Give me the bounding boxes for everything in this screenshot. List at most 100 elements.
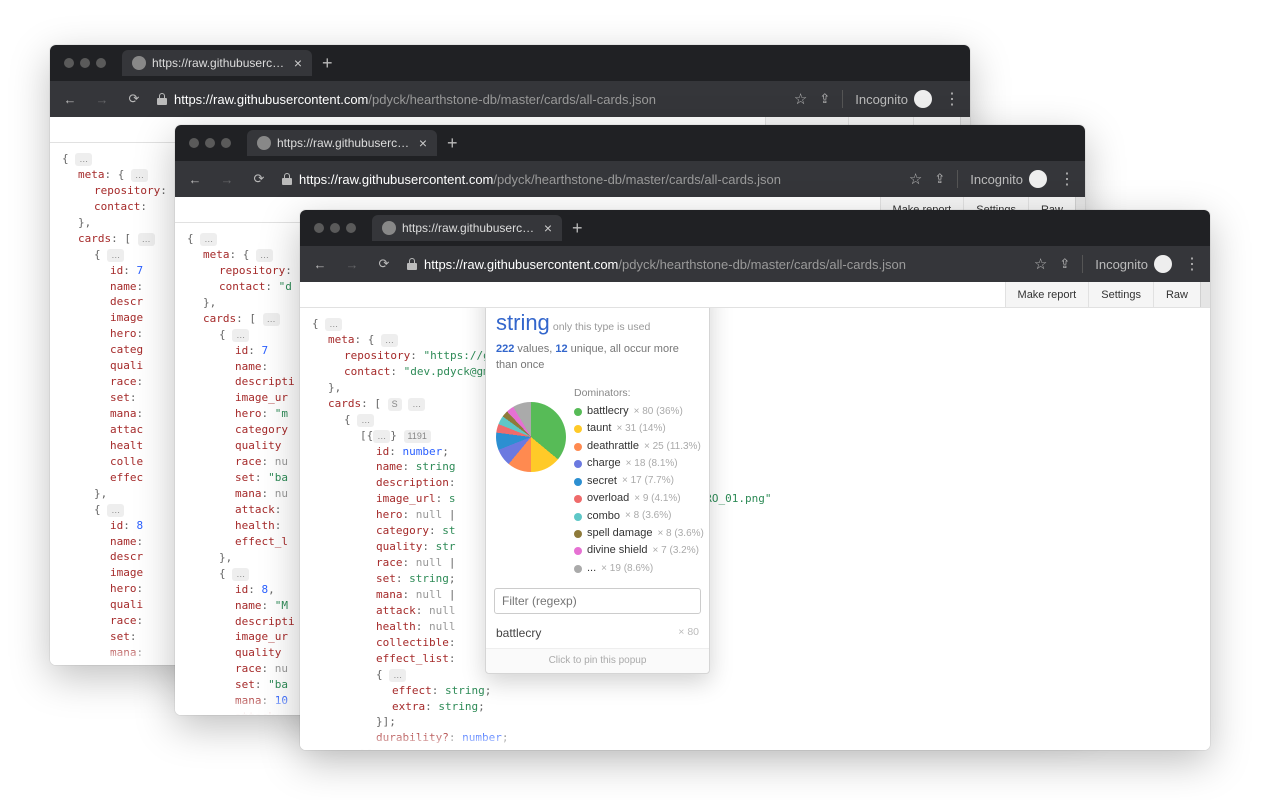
raw-button[interactable]: Raw: [1153, 282, 1200, 307]
legend-swatch-icon: [574, 513, 582, 521]
menu-button[interactable]: ⋮: [1184, 254, 1200, 274]
popup-type-name: string: [496, 308, 550, 339]
favicon-icon: [257, 136, 271, 150]
type-inspector-popup: @.effect_list.effect string only this ty…: [485, 308, 710, 674]
lock-icon: [406, 258, 418, 270]
reload-button[interactable]: ⟳: [124, 91, 144, 107]
drag-handle[interactable]: [1200, 282, 1210, 307]
legend-name: divine shield: [587, 543, 648, 559]
legend-meta: × 80 (36%): [634, 405, 683, 420]
filter-result-row[interactable]: battlecry × 80: [486, 620, 709, 647]
legend-row[interactable]: battlecry × 80 (36%): [574, 404, 704, 420]
settings-button[interactable]: Settings: [1088, 282, 1153, 307]
incognito-icon: [1029, 170, 1047, 188]
legend-row[interactable]: ... × 19 (8.6%): [574, 561, 704, 577]
url-input[interactable]: https://raw.githubusercontent.com/pdyck/…: [406, 257, 1022, 272]
reload-button[interactable]: ⟳: [374, 256, 394, 272]
menu-button[interactable]: ⋮: [944, 89, 960, 109]
legend-swatch-icon: [574, 565, 582, 573]
reload-button[interactable]: ⟳: [249, 171, 269, 187]
back-button[interactable]: ←: [310, 257, 330, 272]
browser-tab[interactable]: https://raw.githubusercontent... ×: [372, 215, 562, 241]
tab-title: https://raw.githubusercontent...: [402, 221, 538, 235]
legend-name: overload: [587, 491, 629, 507]
lock-icon: [281, 173, 293, 185]
json-content[interactable]: { … meta: { … repository: "https://git c…: [300, 308, 1210, 750]
star-icon[interactable]: ☆: [1034, 255, 1047, 273]
legend-meta: × 31 (14%): [616, 422, 665, 437]
make-report-button[interactable]: Make report: [1005, 282, 1089, 307]
back-button[interactable]: ←: [185, 172, 205, 187]
legend-meta: × 25 (11.3%): [644, 440, 701, 455]
favicon-icon: [132, 56, 146, 70]
star-icon[interactable]: ☆: [909, 170, 922, 188]
incognito-indicator: Incognito: [1082, 255, 1172, 273]
back-button[interactable]: ←: [60, 92, 80, 107]
legend-row[interactable]: taunt × 31 (14%): [574, 421, 704, 437]
legend-title: Dominators:: [574, 386, 704, 401]
legend-meta: × 18 (8.1%): [626, 457, 678, 472]
traffic-lights[interactable]: [308, 223, 362, 233]
incognito-icon: [1154, 255, 1172, 273]
legend-swatch-icon: [574, 547, 582, 555]
forward-button[interactable]: →: [217, 172, 237, 187]
traffic-lights[interactable]: [58, 58, 112, 68]
browser-window-3: https://raw.githubusercontent... × + ← →…: [300, 210, 1210, 750]
tab-title: https://raw.githubusercontent...: [277, 136, 413, 150]
cast-icon[interactable]: ⇪: [1059, 256, 1070, 272]
legend-row[interactable]: spell damage × 8 (3.6%): [574, 526, 704, 542]
favicon-icon: [382, 221, 396, 235]
legend-row[interactable]: combo × 8 (3.6%): [574, 509, 704, 525]
incognito-indicator: Incognito: [842, 90, 932, 108]
forward-button[interactable]: →: [342, 257, 362, 272]
legend-meta: × 8 (3.6%): [625, 509, 671, 524]
legend: Dominators: battlecry × 80 (36%)taunt × …: [574, 386, 704, 579]
legend-name: secret: [587, 474, 617, 490]
browser-tab[interactable]: https://raw.githubusercontent... ×: [247, 130, 437, 156]
legend-name: charge: [587, 456, 621, 472]
pie-chart: [496, 402, 566, 472]
legend-row[interactable]: charge × 18 (8.1%): [574, 456, 704, 472]
legend-name: ...: [587, 561, 596, 577]
new-tab-button[interactable]: +: [572, 218, 583, 239]
tab-title: https://raw.githubusercontent...: [152, 56, 288, 70]
legend-row[interactable]: divine shield × 7 (3.2%): [574, 543, 704, 559]
close-icon[interactable]: ×: [544, 221, 552, 235]
url-input[interactable]: https://raw.githubusercontent.com/pdyck/…: [156, 92, 782, 107]
traffic-lights[interactable]: [183, 138, 237, 148]
cast-icon[interactable]: ⇪: [819, 91, 830, 107]
legend-row[interactable]: secret × 17 (7.7%): [574, 474, 704, 490]
star-icon[interactable]: ☆: [794, 90, 807, 108]
filter-input[interactable]: [494, 588, 701, 614]
legend-swatch-icon: [574, 495, 582, 503]
legend-swatch-icon: [574, 408, 582, 416]
new-tab-button[interactable]: +: [322, 53, 333, 74]
legend-swatch-icon: [574, 530, 582, 538]
legend-row[interactable]: overload × 9 (4.1%): [574, 491, 704, 507]
cast-icon[interactable]: ⇪: [934, 171, 945, 187]
forward-button[interactable]: →: [92, 92, 112, 107]
menu-button[interactable]: ⋮: [1059, 169, 1075, 189]
url-input[interactable]: https://raw.githubusercontent.com/pdyck/…: [281, 172, 897, 187]
incognito-indicator: Incognito: [957, 170, 1047, 188]
popup-footer[interactable]: Click to pin this popup: [486, 648, 709, 674]
legend-swatch-icon: [574, 460, 582, 468]
legend-swatch-icon: [574, 478, 582, 486]
legend-name: combo: [587, 509, 620, 525]
popup-stats: 222 values, 12 unique, all occur more th…: [496, 342, 699, 374]
extension-toolbar: Make report Settings Raw: [300, 282, 1210, 308]
browser-tab[interactable]: https://raw.githubusercontent... ×: [122, 50, 312, 76]
close-icon[interactable]: ×: [419, 136, 427, 150]
legend-swatch-icon: [574, 425, 582, 433]
legend-meta: × 19 (8.6%): [601, 562, 653, 577]
titlebar: https://raw.githubusercontent... × +: [50, 45, 970, 81]
result-meta: × 80: [678, 625, 699, 642]
legend-swatch-icon: [574, 443, 582, 451]
new-tab-button[interactable]: +: [447, 133, 458, 154]
titlebar: https://raw.githubusercontent... × +: [300, 210, 1210, 246]
close-icon[interactable]: ×: [294, 56, 302, 70]
address-bar: ← → ⟳ https://raw.githubusercontent.com/…: [175, 161, 1085, 197]
legend-name: spell damage: [587, 526, 652, 542]
legend-meta: × 8 (3.6%): [657, 527, 703, 542]
legend-row[interactable]: deathrattle × 25 (11.3%): [574, 439, 704, 455]
